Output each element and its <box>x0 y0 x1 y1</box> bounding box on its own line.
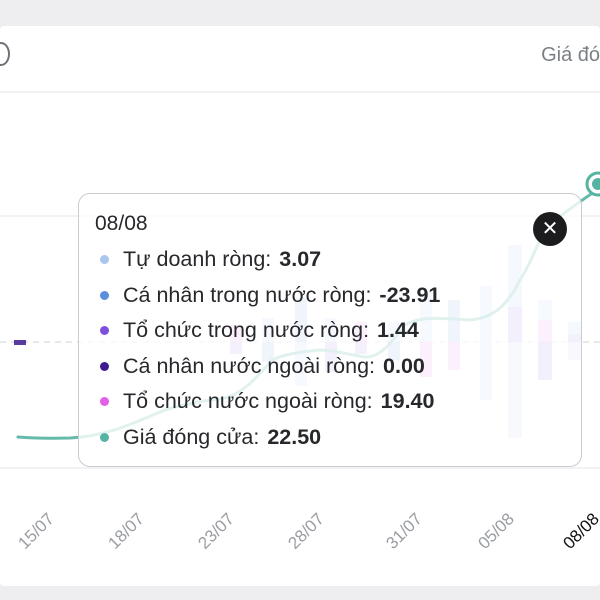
x-axis: 15/07 18/07 23/07 28/07 31/07 05/08 08/08 <box>14 509 600 553</box>
tooltip-date: 08/08 <box>95 212 148 235</box>
bar-segment <box>14 340 26 345</box>
tooltip-value: 19.40 <box>380 389 435 413</box>
tooltip-row-self-trading: Tự doanh ròng: 3.07 <box>95 242 581 278</box>
tooltip-row-foreign-individual: Cá nhân nước ngoài ròng: 0.00 <box>95 349 581 385</box>
tooltip-value: 3.07 <box>279 247 322 271</box>
tooltip-row-close-price: Giá đóng cửa: 22.50 <box>95 420 581 456</box>
x-tick-label: 15/07 <box>14 509 58 553</box>
legend-dot-icon <box>100 290 109 300</box>
x-tick-label: 31/07 <box>382 509 426 553</box>
legend-dot-icon <box>100 361 109 371</box>
x-tick-label: 18/07 <box>104 509 148 553</box>
x-tick-label: 28/07 <box>284 509 328 553</box>
tooltip-label: Giá đóng cửa: <box>123 424 260 449</box>
legend-dot-icon <box>100 397 109 407</box>
tooltip-label: Tự doanh ròng: <box>123 247 272 271</box>
tooltip-row-domestic-institution: Tổ chức trong nước ròng: 1.44 <box>95 313 581 349</box>
tooltip-label: Cá nhân trong nước ròng: <box>123 282 372 307</box>
data-tooltip: 08/08 ✕ Tự doanh ròng: 3.07 Cá nhân tron… <box>78 193 582 467</box>
close-tooltip-button[interactable]: ✕ <box>533 212 567 246</box>
legend-dot-icon <box>100 432 109 442</box>
close-icon: ✕ <box>541 218 559 240</box>
x-tick-label: 05/08 <box>474 509 518 553</box>
tooltip-label: Tổ chức nước ngoài ròng: <box>123 389 373 413</box>
tooltip-label: Cá nhân nước ngoài ròng: <box>123 353 376 378</box>
tooltip-value: 0.00 <box>383 353 425 378</box>
legend-dot-icon <box>100 255 109 265</box>
tooltip-row-domestic-individual: Cá nhân trong nước ròng: -23.91 <box>95 278 581 314</box>
tooltip-row-foreign-institution: Tổ chức nước ngoài ròng: 19.40 <box>95 384 581 420</box>
legend-dot-icon <box>100 326 109 336</box>
tooltip-value: -23.91 <box>379 282 441 307</box>
x-tick-label: 08/08 <box>559 509 600 553</box>
x-tick-label: 23/07 <box>194 509 238 553</box>
tooltip-label: Tổ chức trong nước ròng: <box>123 318 370 342</box>
tooltip-value: 22.50 <box>267 424 322 449</box>
tooltip-value: 1.44 <box>377 318 419 342</box>
